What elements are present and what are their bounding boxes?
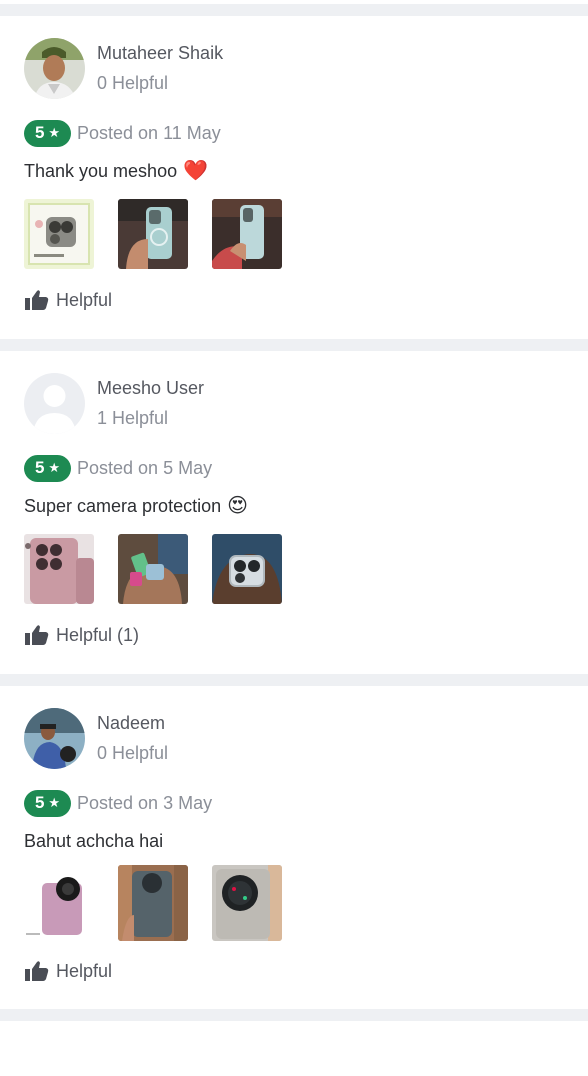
helpful-button-label: Helpful (1) bbox=[56, 624, 140, 645]
review-photo[interactable] bbox=[212, 534, 282, 604]
review-header: Nadeem 0 Helpful bbox=[24, 708, 564, 772]
avatar bbox=[24, 708, 85, 769]
thumbs-up-icon bbox=[25, 961, 49, 981]
review-text-content: Super camera protection bbox=[24, 496, 222, 516]
review-text-content: Bahut achcha hai bbox=[24, 831, 164, 851]
posted-date: Posted on 3 May bbox=[77, 792, 213, 813]
review-card: Mutaheer Shaik 0 Helpful 5 ★ Posted on 1… bbox=[0, 16, 588, 339]
review-photo[interactable] bbox=[118, 199, 188, 269]
star-icon: ★ bbox=[48, 125, 61, 140]
review-separator bbox=[0, 339, 588, 351]
rating-badge: 5 ★ bbox=[24, 119, 71, 147]
helpful-button[interactable]: Helpful bbox=[24, 288, 564, 312]
star-icon: ★ bbox=[48, 795, 61, 810]
thumbs-up-icon bbox=[25, 625, 49, 645]
review-header: Mutaheer Shaik 0 Helpful bbox=[24, 38, 564, 102]
helpful-count: 0 Helpful bbox=[97, 743, 169, 763]
review-card: Meesho User 1 Helpful 5 ★ Posted on 5 Ma… bbox=[0, 351, 588, 674]
helpful-count: 0 Helpful bbox=[97, 73, 169, 93]
posted-date: Posted on 5 May bbox=[77, 457, 213, 478]
rating-value: 5 bbox=[34, 123, 45, 142]
review-text: Super camera protection 😍 bbox=[24, 495, 564, 517]
posted-date: Posted on 11 May bbox=[77, 122, 221, 143]
helpful-button[interactable]: Helpful bbox=[24, 959, 564, 983]
review-separator bbox=[0, 674, 588, 686]
review-photo[interactable] bbox=[212, 199, 282, 269]
helpful-button[interactable]: Helpful (1) bbox=[24, 623, 564, 647]
review-photo[interactable] bbox=[118, 534, 188, 604]
review-photos bbox=[24, 865, 564, 941]
review-header: Meesho User 1 Helpful bbox=[24, 373, 564, 437]
reviewer-name: Mutaheer Shaik bbox=[97, 43, 224, 63]
review-text: Bahut achcha hai bbox=[24, 830, 564, 852]
heart-eyes-emoji-icon: 😍 bbox=[227, 495, 248, 517]
rating-value: 5 bbox=[34, 793, 45, 812]
rating-badge: 5 ★ bbox=[24, 454, 71, 482]
review-photo[interactable] bbox=[118, 865, 188, 941]
star-icon: ★ bbox=[48, 460, 61, 475]
avatar bbox=[24, 38, 85, 99]
review-photo[interactable] bbox=[24, 199, 94, 269]
review-photos bbox=[24, 199, 564, 269]
review-separator bbox=[0, 1009, 588, 1021]
reviewer-name: Meesho User bbox=[97, 378, 205, 398]
review-text: Thank you meshoo ❤️ bbox=[24, 160, 564, 182]
helpful-button-label: Helpful bbox=[56, 960, 113, 981]
rating-badge: 5 ★ bbox=[24, 789, 71, 817]
thumbs-up-icon bbox=[25, 290, 49, 310]
review-text-content: Thank you meshoo bbox=[24, 161, 178, 181]
review-photos bbox=[24, 534, 564, 604]
reviewer-name: Nadeem bbox=[97, 713, 166, 733]
heart-emoji-icon: ❤️ bbox=[183, 160, 208, 182]
review-card: Nadeem 0 Helpful 5 ★ Posted on 3 May Bah… bbox=[0, 686, 588, 1009]
review-photo[interactable] bbox=[24, 865, 94, 941]
rating-value: 5 bbox=[34, 458, 45, 477]
review-photo[interactable] bbox=[212, 865, 282, 941]
helpful-count: 1 Helpful bbox=[97, 408, 169, 428]
helpful-button-label: Helpful bbox=[56, 289, 113, 310]
top-separator bbox=[0, 0, 588, 16]
avatar bbox=[24, 373, 85, 434]
review-photo[interactable] bbox=[24, 534, 94, 604]
